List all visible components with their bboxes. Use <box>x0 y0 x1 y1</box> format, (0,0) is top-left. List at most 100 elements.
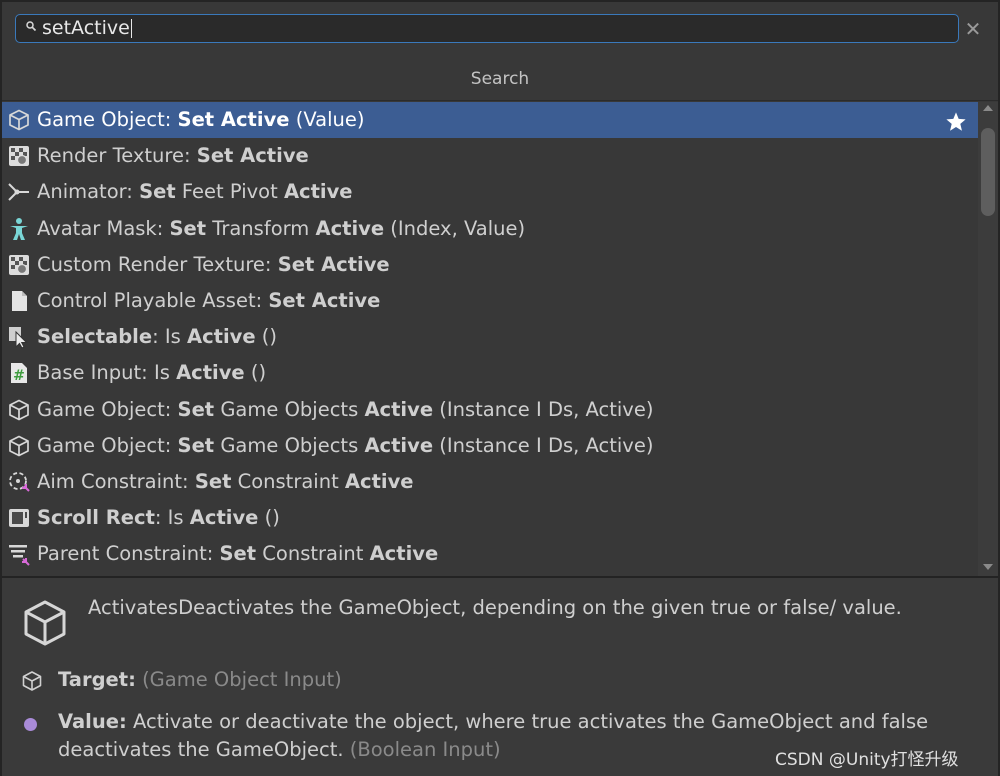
result-item-label: Aim Constraint: Set Constraint Active <box>37 464 414 500</box>
search-query-text: setActive <box>42 17 130 39</box>
result-item[interactable]: Aim Constraint: Set Constraint Active <box>2 464 978 500</box>
match-highlight: Scroll Rect <box>37 506 155 530</box>
clear-search-button[interactable]: ✕ <box>962 16 984 42</box>
label-segment: Aim Constraint: <box>37 469 195 493</box>
label-segment: Feet Pivot <box>175 180 284 204</box>
result-item-label: Game Object: Set Active (Value) <box>37 102 364 138</box>
label-segment: (Instance I Ds, Active) <box>433 433 654 457</box>
match-highlight: Active <box>283 180 353 204</box>
match-highlight: Active <box>369 542 439 566</box>
header-divider <box>2 100 998 101</box>
favorite-star-icon[interactable] <box>945 109 967 131</box>
label-segment: Game Object: <box>37 433 178 457</box>
label-segment: () <box>244 361 267 385</box>
label-segment: Game Objects <box>214 397 365 421</box>
watermark: CSDN @Unity打怪升级 <box>775 750 959 770</box>
boolean-port-icon <box>24 718 37 731</box>
match-highlight: Set Active <box>196 144 309 168</box>
match-highlight: Set Active <box>177 108 290 131</box>
param-target-text: Target: (Game Object Input) <box>58 666 978 694</box>
result-item[interactable]: Selectable: Is Active () <box>2 319 978 355</box>
result-item-label: Parent Constraint: Set Constraint Active <box>37 536 438 572</box>
result-item[interactable]: Avatar Mask: Set Transform Active (Index… <box>2 211 978 247</box>
cube-icon <box>7 434 31 458</box>
result-item[interactable]: Control Playable Asset: Set Active <box>2 283 978 319</box>
parent-constraint-icon <box>7 542 31 566</box>
aim-constraint-icon <box>7 470 31 494</box>
match-highlight: Active <box>315 216 385 240</box>
search-input[interactable]: setActive <box>15 14 959 43</box>
render-texture-icon <box>7 144 31 168</box>
result-item-label: Game Object: Set Game Objects Active (In… <box>37 428 653 464</box>
result-item-label: Render Texture: Set Active <box>37 138 309 174</box>
match-highlight: Active <box>364 397 434 421</box>
label-segment: Game Object: <box>37 108 178 131</box>
label-segment: Avatar Mask: <box>37 216 170 240</box>
animator-icon <box>7 180 31 204</box>
result-item-label: Selectable: Is Active () <box>37 319 277 355</box>
label-segment: Game Object: <box>37 397 178 421</box>
result-item[interactable]: Scroll Rect: Is Active () <box>2 500 978 536</box>
cube-icon <box>7 398 31 422</box>
scroll-up-arrow-icon[interactable] <box>983 105 993 111</box>
render-texture-icon <box>7 253 31 277</box>
match-highlight: Selectable <box>37 325 153 349</box>
svg-text:#: # <box>13 368 25 384</box>
match-highlight: Active <box>344 469 414 493</box>
search-icon <box>26 21 36 31</box>
result-item-label: Control Playable Asset: Set Active <box>37 283 380 319</box>
result-item-label: Scroll Rect: Is Active () <box>37 500 280 536</box>
result-item[interactable]: Game Object: Set Game Objects Active (In… <box>2 428 978 464</box>
label-segment: : Is <box>154 506 190 530</box>
label-segment: Render Texture: <box>37 144 197 168</box>
label-segment: : Is <box>152 325 187 349</box>
result-item[interactable]: Render Texture: Set Active <box>2 138 978 174</box>
match-highlight: Set <box>194 469 232 493</box>
param-name: Target: <box>58 668 136 691</box>
cube-icon <box>22 671 42 691</box>
label-segment: Transform <box>206 216 316 240</box>
result-item-label: Avatar Mask: Set Transform Active (Index… <box>37 211 525 247</box>
results-header: Search <box>470 69 530 89</box>
document-icon <box>7 289 31 313</box>
label-segment: (Value) <box>289 108 365 131</box>
search-row: setActive ✕ <box>2 2 998 58</box>
result-item[interactable]: # Base Input: Is Active () <box>2 355 978 391</box>
result-item-label: Custom Render Texture: Set Active <box>37 247 390 283</box>
result-item[interactable]: Animator: Set Feet Pivot Active <box>2 174 978 210</box>
match-highlight: Set <box>139 180 176 204</box>
param-type: (Game Object Input) <box>142 668 342 691</box>
match-highlight: Set Active <box>277 252 390 276</box>
search-query: setActive <box>42 17 132 39</box>
results-scrollbar[interactable] <box>978 102 998 576</box>
result-item-label: Base Input: Is Active () <box>37 355 266 391</box>
result-item[interactable]: Game Object: Set Game Objects Active (In… <box>2 392 978 428</box>
result-item-label: Game Object: Set Game Objects Active (In… <box>37 392 653 428</box>
result-item[interactable]: Parent Constraint: Set Constraint Active <box>2 536 978 572</box>
result-item-label: Animator: Set Feet Pivot Active <box>37 174 353 210</box>
label-segment: Parent Constraint: <box>37 542 220 566</box>
cube-icon <box>7 108 31 132</box>
param-type: (Boolean Input) <box>349 738 501 761</box>
label-segment: Base Input: Is <box>37 361 177 385</box>
match-highlight: Set Active <box>268 288 381 312</box>
label-segment: Animator: <box>37 180 140 204</box>
label-segment: Constraint <box>256 542 370 566</box>
scroll-thumb[interactable] <box>981 128 995 216</box>
selectable-icon <box>7 325 31 349</box>
csharp-script-icon: # <box>7 361 31 385</box>
match-highlight: Active <box>176 361 245 385</box>
results-list: Game Object: Set Active (Value) Render Te… <box>2 102 978 576</box>
match-highlight: Active <box>364 433 434 457</box>
scroll-rect-icon <box>7 506 31 530</box>
result-item[interactable]: Custom Render Texture: Set Active <box>2 247 978 283</box>
fuzzy-finder-window: setActive ✕ Search Game Object: Set Acti… <box>0 0 1000 776</box>
details-summary: ActivatesDeactivates the GameObject, dep… <box>88 596 902 619</box>
label-segment: (Instance I Ds, Active) <box>433 397 654 421</box>
label-segment: Custom Render Texture: <box>37 252 278 276</box>
match-highlight: Active <box>186 325 256 349</box>
label-segment: (Index, Value) <box>384 216 526 240</box>
result-item[interactable]: Game Object: Set Active (Value) <box>2 102 978 139</box>
match-highlight: Set <box>177 397 215 421</box>
scroll-down-arrow-icon[interactable] <box>983 564 993 570</box>
